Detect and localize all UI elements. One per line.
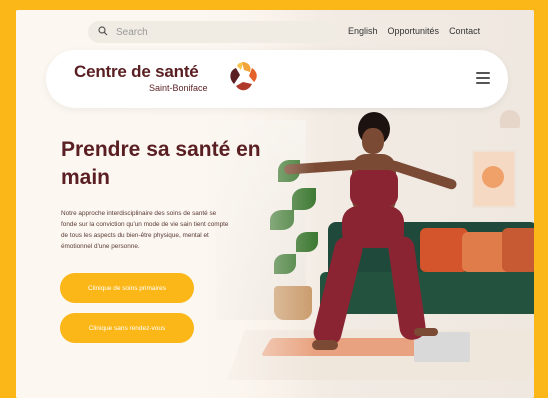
hero-pillow — [420, 228, 468, 272]
logo-subtitle: Saint-Boniface — [149, 83, 208, 93]
browser-viewport: English Opportunités Contact Centre de s… — [16, 10, 534, 398]
search-icon[interactable] — [98, 25, 108, 39]
hero-pillow — [502, 228, 534, 272]
language-link[interactable]: English — [348, 26, 378, 36]
person-top — [350, 170, 398, 206]
person-head — [362, 128, 384, 154]
walk-in-clinic-button[interactable]: Clinique sans rendez-vous — [60, 313, 194, 343]
hands-circle-logo-icon — [230, 62, 257, 91]
hero-title: Prendre sa santé en main — [61, 138, 261, 189]
hero-wall-art — [472, 150, 516, 208]
search-bar[interactable] — [88, 21, 338, 43]
hero-description: Notre approche interdisciplinaire des so… — [61, 210, 229, 250]
primary-care-clinic-button[interactable]: Clinique de soins primaires — [60, 273, 194, 303]
logo-title: Centre de santé — [74, 62, 199, 81]
hero-lamp — [500, 110, 520, 128]
site-header: Centre de santé Saint-Boniface — [46, 50, 508, 108]
hamburger-menu-icon[interactable] — [476, 72, 490, 84]
search-input[interactable] — [116, 26, 316, 38]
site-logo[interactable]: Centre de santé Saint-Boniface — [74, 62, 257, 93]
person-foot — [414, 328, 438, 336]
utility-nav: English Opportunités Contact — [348, 26, 480, 36]
hero-laptop — [414, 332, 470, 362]
person-arm — [388, 159, 458, 191]
contact-link[interactable]: Contact — [449, 26, 480, 36]
opportunities-link[interactable]: Opportunités — [388, 26, 440, 36]
person-leggings — [342, 206, 404, 248]
